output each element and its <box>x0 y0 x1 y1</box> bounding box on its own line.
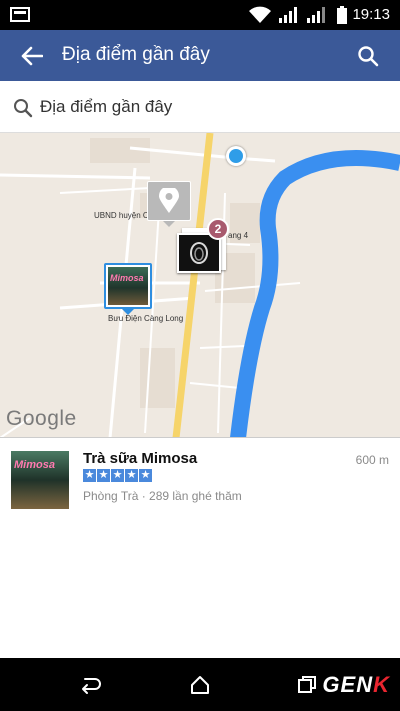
place-distance: 600 m <box>355 453 389 467</box>
place-thumbnail-logo-text: Mimosa <box>14 459 55 471</box>
genk-logo-suffix: K <box>373 672 390 697</box>
star-icon: ★ <box>83 469 96 482</box>
location-dot <box>229 149 243 163</box>
status-bar: 19:13 <box>0 0 400 30</box>
place-meta: Phòng Trà · 289 lần ghé thăm <box>83 489 242 503</box>
genk-logo-prefix: GEN <box>322 672 374 697</box>
pin-box <box>147 181 191 221</box>
map-base <box>0 133 400 437</box>
place-marker-tail <box>122 309 134 315</box>
battery-icon <box>337 6 347 24</box>
star-icon: ★ <box>97 469 110 482</box>
star-icon: ★ <box>125 469 138 482</box>
map-view[interactable]: UBND huyện C ang 4 Bưu Điện Càng Long 2 … <box>0 133 400 438</box>
search-input[interactable] <box>40 91 380 123</box>
place-name: Trà sữa Mimosa <box>83 450 198 467</box>
search-icon <box>14 99 33 118</box>
location-pin-icon <box>159 188 179 213</box>
map-label-ubnd: UBND huyện C <box>94 211 149 220</box>
search-bar <box>0 81 400 133</box>
notification-icon <box>10 7 30 22</box>
cluster-marker[interactable]: 2 <box>174 218 229 274</box>
star-icon: ★ <box>111 469 124 482</box>
nav-home-button[interactable] <box>187 672 213 698</box>
status-icons <box>248 4 348 26</box>
app-bar: Địa điểm gần đây <box>0 30 400 81</box>
back-button[interactable] <box>18 43 46 69</box>
nav-recents-button[interactable] <box>294 672 320 698</box>
place-marker-mimosa[interactable]: Mimosa <box>104 263 152 315</box>
map-label-post-office: Bưu Điện Càng Long <box>108 314 184 323</box>
back-icon <box>82 678 101 694</box>
my-location-marker[interactable] <box>226 146 246 166</box>
place-marker-image: Mimosa <box>108 267 148 305</box>
arrow-left-icon <box>21 46 43 66</box>
rating-stars: ★ ★ ★ ★ ★ <box>83 469 152 485</box>
star-icon: ★ <box>139 469 152 482</box>
nav-back-button[interactable] <box>77 672 103 698</box>
place-thumbnail: Mimosa <box>11 451 69 509</box>
genk-logo: GENK <box>322 672 390 698</box>
home-icon <box>191 676 209 694</box>
recents-icon <box>298 676 316 693</box>
status-time: 19:13 <box>352 6 390 23</box>
map-pin-marker[interactable] <box>147 181 191 227</box>
place-marker-logo-text: Mimosa <box>110 273 144 283</box>
signal-icon <box>279 7 297 23</box>
system-nav-bar: GENK <box>0 658 400 711</box>
page-title: Địa điểm gần đây <box>62 44 210 65</box>
signal-2-icon <box>307 7 325 23</box>
search-icon <box>358 46 379 67</box>
list-item[interactable]: Mimosa Trà sữa Mimosa ★ ★ ★ ★ ★ Phòng Tr… <box>0 439 400 515</box>
wifi-icon <box>249 6 271 23</box>
google-logo: Google <box>6 407 77 430</box>
place-marker-thumbnail: Mimosa <box>104 263 152 309</box>
cluster-count-badge: 2 <box>207 218 229 240</box>
search-button[interactable] <box>354 42 382 70</box>
ring-logo-icon <box>190 242 208 264</box>
map-label-street: ang 4 <box>228 231 249 240</box>
